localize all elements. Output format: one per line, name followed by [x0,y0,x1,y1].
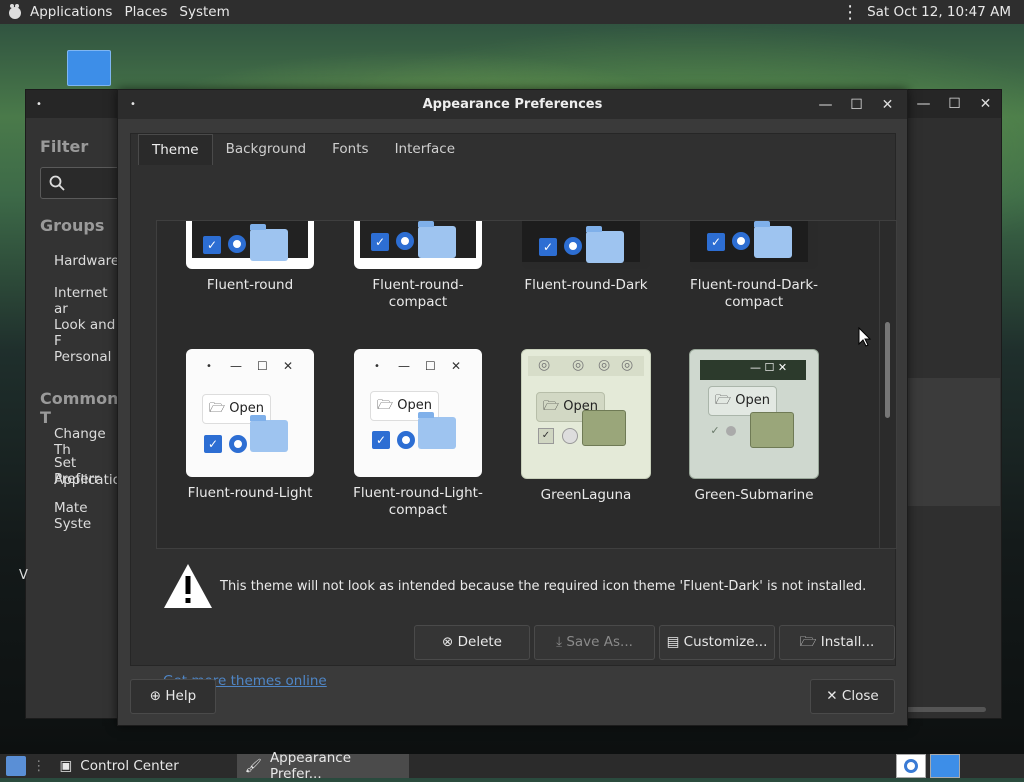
theme-fluent-round-light[interactable]: • — ☐ ✕ 🗁 Open ✓ Fluent-round-Light [175,349,325,502]
warning-icon [164,564,212,608]
close-button[interactable]: ✕ Close [810,679,895,714]
tab-interface[interactable]: Interface [382,134,468,164]
customize-label: Customize... [683,634,768,650]
open-label: Open [397,398,432,413]
tab-background[interactable]: Background [213,134,320,164]
close-label: Close [841,688,879,704]
help-icon: ⊕ [149,688,162,704]
open-label: Open [229,401,264,416]
theme-fluent-round-light-compact[interactable]: • — ☐ ✕ 🗁 Open ✓ Fluent-round-Light- com… [343,349,493,519]
browser-icon [904,759,918,773]
document-icon: ▤ [666,634,680,650]
theme-fluent-round-compact[interactable]: ✓ Fluent-round- compact [343,221,493,311]
theme-green-submarine[interactable]: — ☐ ✕ 🗁 Open ✓ Green-Submarine [679,349,829,504]
horizontal-scrollbar[interactable] [906,707,986,712]
common-mate-system[interactable]: Mate Syste [26,500,118,532]
applications-menu[interactable]: Applications [24,4,118,20]
show-desktop-icon[interactable] [6,756,26,776]
theme-fluent-round[interactable]: ✓ Fluent-round [175,221,325,294]
groups-heading: Groups [40,216,105,235]
top-panel: Applications Places System ⋮ Sat Oct 12,… [0,0,1024,24]
vertical-dots-icon[interactable]: ⋮ [833,2,867,23]
taskbar-appearance-preferences[interactable]: 🖌 Appearance Prefer... [236,750,409,782]
help-button[interactable]: ⊕ Help [130,679,216,714]
control-center-icon: ▣ [59,758,73,774]
control-center-sidebar: Filter Groups Hardware Internet ar Look … [26,118,129,718]
tab-bar: Theme Background Fonts Interface [138,134,468,165]
theme-grid: ✓ Fluent-round ✓ Fluent-round- compact ✓… [156,220,897,549]
appearance-icon: 🖌 [244,758,262,774]
open-label: Open [735,393,770,408]
common-tasks-heading: Common T [40,389,119,427]
theme-label: Fluent-round-Light- compact [353,485,483,518]
help-label: Help [165,688,197,704]
group-look-and-feel[interactable]: Look and F [26,317,118,349]
group-personal[interactable]: Personal [26,349,111,365]
taskbar-control-center[interactable]: ▣ Control Center [52,754,187,778]
minimize-icon[interactable]: — [908,96,939,112]
filter-heading: Filter [40,137,89,156]
tab-fonts[interactable]: Fonts [319,134,381,164]
minimize-icon[interactable]: — [810,97,841,113]
save-as-label: Save As... [566,634,633,650]
right-pane-highlight [906,378,1000,506]
close-icon: ✕ [826,688,838,704]
panel-separator: ⋮ [32,758,46,774]
appearance-preferences-dialog: • Appearance Preferences — ☐ ✕ ✓ Fluent-… [117,89,908,726]
bottom-panel: ⋮ ▣ Control Center 🖌 Appearance Prefer..… [0,750,1024,782]
theme-label: Fluent-round [206,277,294,293]
theme-label: GreenLaguna [540,487,632,503]
theme-fluent-round-dark-compact[interactable]: ✓ Fluent-round-Dark- compact [679,221,829,311]
install-button[interactable]: 🗁 Install... [779,625,895,660]
theme-label: Fluent-round- compact [372,277,464,310]
taskbar-label: Control Center [80,758,179,774]
filter-search-input[interactable] [40,167,120,199]
install-label: Install... [820,634,875,650]
taskbar-label: Appearance Prefer... [269,750,351,782]
dialog-title: Appearance Preferences [422,97,603,112]
workspace-2-icon[interactable] [930,754,960,778]
theme-label: Fluent-round-Light [187,485,313,501]
group-hardware[interactable]: Hardware [26,253,119,269]
theme-fluent-round-dark[interactable]: ✓ Fluent-round-Dark [511,221,661,294]
icon-theme-warning: This theme will not look as intended bec… [220,579,867,594]
tab-theme[interactable]: Theme [138,134,213,165]
tab-panel: ✓ Fluent-round ✓ Fluent-round- compact ✓… [130,133,897,689]
desktop-folder-icon[interactable] [67,50,111,86]
dialog-titlebar: • Appearance Preferences — ☐ ✕ [118,90,907,119]
close-icon[interactable]: ✕ [872,97,903,113]
customize-button[interactable]: ▤ Customize... [659,625,775,660]
theme-label: Fluent-round-Dark [524,277,648,293]
clock[interactable]: Sat Oct 12, 10:47 AM [867,4,1024,20]
places-menu[interactable]: Places [118,4,173,20]
theme-label: Green-Submarine [694,487,814,503]
common-applications[interactable]: Application [26,472,129,488]
desktop-letter: V [19,568,28,583]
maximize-icon[interactable]: ☐ [939,96,970,112]
search-icon [49,175,65,191]
save-as-button[interactable]: ⤓ Save As... [534,625,655,660]
gnome-foot-icon[interactable] [6,3,24,21]
system-menu[interactable]: System [173,4,235,20]
group-internet[interactable]: Internet ar [26,285,118,317]
delete-button[interactable]: ⊗ Delete [414,625,530,660]
delete-icon: ⊗ [442,634,454,650]
theme-grid-scrollbar[interactable] [879,221,896,548]
workspace-1-icon[interactable] [896,754,926,778]
mouse-pointer-icon [858,327,872,347]
close-icon[interactable]: ✕ [970,96,1001,112]
save-icon: ⤓ [556,634,563,650]
theme-label: Fluent-round-Dark- compact [689,277,819,310]
delete-label: Delete [457,634,502,650]
maximize-icon[interactable]: ☐ [841,97,872,113]
folder-open-icon: 🗁 [799,634,817,650]
scrollbar-thumb[interactable] [885,322,890,418]
common-change-theme[interactable]: Change Th [26,426,118,458]
theme-greenlaguna[interactable]: ◎ ◎ ◎ ◎ 🗁 Open ✓ GreenLaguna [511,349,661,504]
